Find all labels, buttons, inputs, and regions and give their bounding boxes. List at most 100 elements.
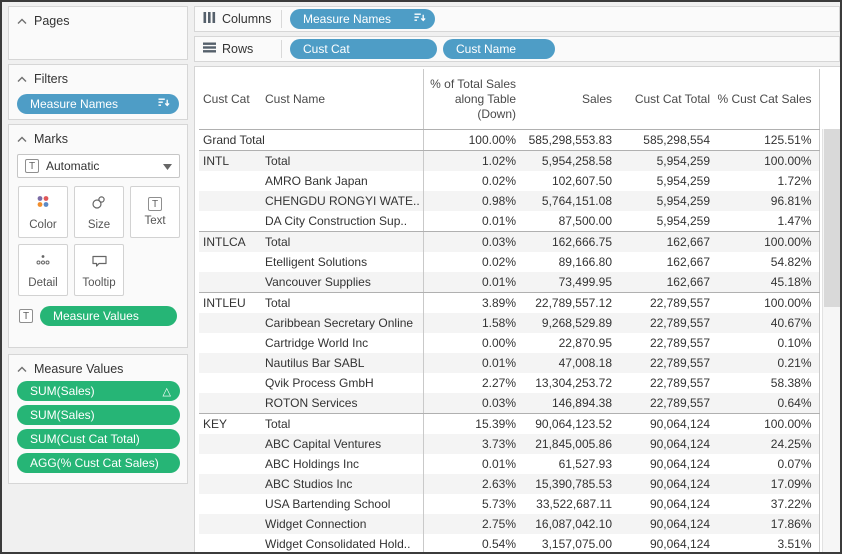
value-cell[interactable]: 585,298,553.83: [523, 130, 619, 151]
value-cell[interactable]: 0.03%: [423, 232, 523, 253]
cust-name-cell[interactable]: CHENGDU RONGYI WATE..: [259, 191, 423, 211]
grand-total-header[interactable]: Grand Total: [199, 130, 423, 151]
column-header-sales[interactable]: Sales: [523, 69, 619, 130]
sort-descending-icon[interactable]: [413, 11, 426, 27]
value-cell[interactable]: 0.21%: [717, 353, 819, 373]
value-cell[interactable]: 22,789,557.12: [523, 293, 619, 314]
table-row[interactable]: Vancouver Supplies0.01%73,499.95162,6674…: [199, 272, 819, 293]
cust-name-cell[interactable]: Nautilus Bar SABL: [259, 353, 423, 373]
cust-name-cell[interactable]: Total: [259, 232, 423, 253]
value-cell[interactable]: 146,894.38: [523, 393, 619, 414]
value-cell[interactable]: 5,954,259: [619, 151, 717, 172]
cust-cat-cell[interactable]: [199, 191, 259, 211]
rows-pill-cust-cat[interactable]: Cust Cat: [290, 39, 437, 59]
vertical-scrollbar[interactable]: [822, 129, 840, 553]
value-cell[interactable]: 5,954,259: [619, 211, 717, 232]
value-cell[interactable]: 1.72%: [717, 171, 819, 191]
cust-name-cell[interactable]: Etelligent Solutions: [259, 252, 423, 272]
columns-pill-measure-names[interactable]: Measure Names: [290, 9, 435, 29]
value-cell[interactable]: 100.00%: [717, 414, 819, 435]
column-header-pct-cust-cat-sales[interactable]: % Cust Cat Sales: [717, 69, 819, 130]
value-cell[interactable]: 0.54%: [423, 534, 523, 554]
value-cell[interactable]: 162,666.75: [523, 232, 619, 253]
measure-pill-sum-sales-delta[interactable]: SUM(Sales) △: [17, 381, 180, 401]
value-cell[interactable]: 5,954,258.58: [523, 151, 619, 172]
value-cell[interactable]: 3.89%: [423, 293, 523, 314]
cust-name-cell[interactable]: Cartridge World Inc: [259, 333, 423, 353]
cust-name-cell[interactable]: Widget Consolidated Hold..: [259, 534, 423, 554]
cust-cat-cell[interactable]: [199, 514, 259, 534]
cust-name-cell[interactable]: AMRO Bank Japan: [259, 171, 423, 191]
table-row[interactable]: DA City Construction Sup..0.01%87,500.00…: [199, 211, 819, 232]
value-cell[interactable]: 0.07%: [717, 454, 819, 474]
value-cell[interactable]: 61,527.93: [523, 454, 619, 474]
cust-name-cell[interactable]: Caribbean Secretary Online: [259, 313, 423, 333]
measure-values-card-header[interactable]: Measure Values: [9, 355, 187, 377]
mark-type-dropdown[interactable]: T Automatic: [17, 154, 180, 178]
rows-pill-cust-name[interactable]: Cust Name: [443, 39, 555, 59]
cust-name-cell[interactable]: Qvik Process GmbH: [259, 373, 423, 393]
value-cell[interactable]: 125.51%: [717, 130, 819, 151]
table-row[interactable]: Nautilus Bar SABL0.01%47,008.1822,789,55…: [199, 353, 819, 373]
value-cell[interactable]: 22,789,557: [619, 333, 717, 353]
value-cell[interactable]: 15.39%: [423, 414, 523, 435]
value-cell[interactable]: 5.73%: [423, 494, 523, 514]
cust-cat-cell[interactable]: [199, 171, 259, 191]
value-cell[interactable]: 40.67%: [717, 313, 819, 333]
value-cell[interactable]: 22,789,557: [619, 393, 717, 414]
scrollbar-thumb[interactable]: [824, 129, 840, 307]
cust-name-cell[interactable]: ABC Holdings Inc: [259, 454, 423, 474]
table-row[interactable]: ABC Holdings Inc0.01%61,527.9390,064,124…: [199, 454, 819, 474]
value-cell[interactable]: 16,087,042.10: [523, 514, 619, 534]
cust-name-cell[interactable]: DA City Construction Sup..: [259, 211, 423, 232]
text-button[interactable]: T Text: [130, 186, 180, 238]
cust-cat-cell[interactable]: [199, 313, 259, 333]
cust-cat-cell[interactable]: [199, 353, 259, 373]
value-cell[interactable]: 45.18%: [717, 272, 819, 293]
value-cell[interactable]: 90,064,124: [619, 454, 717, 474]
column-header-cust-cat-total[interactable]: Cust Cat Total: [619, 69, 717, 130]
value-cell[interactable]: 0.02%: [423, 252, 523, 272]
value-cell[interactable]: 5,954,259: [619, 191, 717, 211]
value-cell[interactable]: 90,064,124: [619, 434, 717, 454]
value-cell[interactable]: 5,954,259: [619, 171, 717, 191]
value-cell[interactable]: 100.00%: [717, 232, 819, 253]
cust-cat-cell[interactable]: [199, 373, 259, 393]
value-cell[interactable]: 100.00%: [717, 151, 819, 172]
value-cell[interactable]: 90,064,124: [619, 514, 717, 534]
value-cell[interactable]: 0.01%: [423, 211, 523, 232]
value-cell[interactable]: 2.27%: [423, 373, 523, 393]
encoding-pill-measure-values[interactable]: Measure Values: [40, 306, 177, 326]
tooltip-button[interactable]: Tooltip: [74, 244, 124, 296]
measure-pill-pct-cust-cat-sales[interactable]: AGG(% Cust Cat Sales): [17, 453, 180, 473]
value-cell[interactable]: 22,789,557: [619, 353, 717, 373]
value-cell[interactable]: 37.22%: [717, 494, 819, 514]
value-cell[interactable]: 22,789,557: [619, 293, 717, 314]
cust-cat-cell[interactable]: KEY: [199, 414, 259, 435]
cust-cat-cell[interactable]: INTL: [199, 151, 259, 172]
cust-cat-cell[interactable]: [199, 252, 259, 272]
table-row[interactable]: INTLCATotal0.03%162,666.75162,667100.00%: [199, 232, 819, 253]
cust-cat-cell[interactable]: [199, 474, 259, 494]
table-row[interactable]: AMRO Bank Japan0.02%102,607.505,954,2591…: [199, 171, 819, 191]
cust-cat-cell[interactable]: [199, 434, 259, 454]
table-row[interactable]: Qvik Process GmbH2.27%13,304,253.7222,78…: [199, 373, 819, 393]
value-cell[interactable]: 0.01%: [423, 272, 523, 293]
measure-pill-cust-cat-total[interactable]: SUM(Cust Cat Total): [17, 429, 180, 449]
value-cell[interactable]: 0.01%: [423, 454, 523, 474]
value-cell[interactable]: 100.00%: [423, 130, 523, 151]
value-cell[interactable]: 87,500.00: [523, 211, 619, 232]
table-row[interactable]: Grand Total100.00%585,298,553.83585,298,…: [199, 130, 819, 151]
value-cell[interactable]: 90,064,124: [619, 494, 717, 514]
sort-descending-icon[interactable]: [157, 96, 170, 112]
value-cell[interactable]: 2.63%: [423, 474, 523, 494]
table-row[interactable]: CHENGDU RONGYI WATE..0.98%5,764,151.085,…: [199, 191, 819, 211]
value-cell[interactable]: 22,789,557: [619, 313, 717, 333]
color-button[interactable]: Color: [18, 186, 68, 238]
value-cell[interactable]: 0.64%: [717, 393, 819, 414]
value-cell[interactable]: 3.51%: [717, 534, 819, 554]
column-header-cust-cat[interactable]: Cust Cat: [199, 69, 259, 130]
cust-cat-cell[interactable]: [199, 211, 259, 232]
value-cell[interactable]: 89,166.80: [523, 252, 619, 272]
value-cell[interactable]: 33,522,687.11: [523, 494, 619, 514]
